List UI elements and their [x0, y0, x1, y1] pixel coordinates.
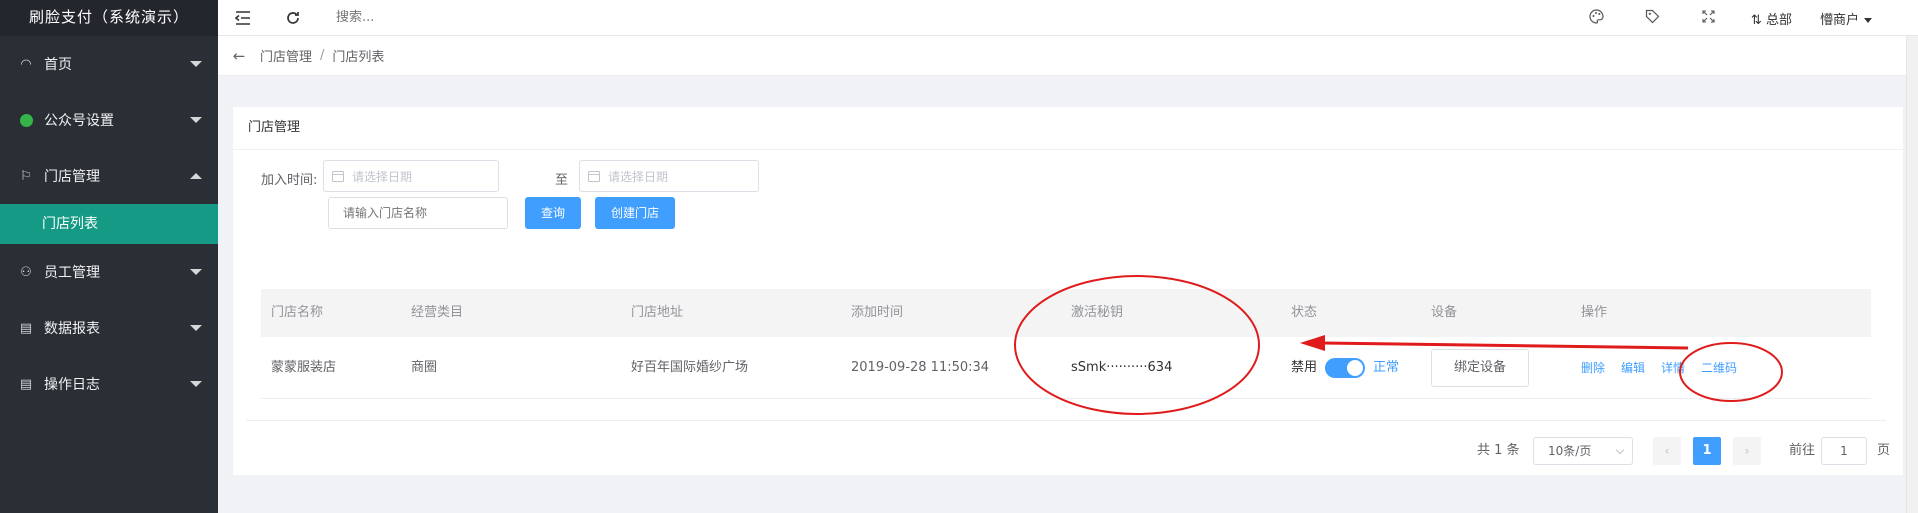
page-scrollbar[interactable]: [1906, 36, 1918, 513]
column-header: 设备: [1431, 305, 1458, 320]
back-arrow-icon[interactable]: ←: [218, 47, 260, 65]
tag-icon[interactable]: [1625, 9, 1681, 28]
qrcode-link[interactable]: 二维码: [1701, 337, 1737, 399]
search-input[interactable]: [336, 4, 556, 31]
status-cell: 禁用 正常: [1291, 337, 1399, 399]
create-store-button[interactable]: 创建门店: [595, 197, 675, 229]
column-header: 操作: [1581, 305, 1608, 320]
chevron-down-icon: [1615, 445, 1625, 455]
category-cell: 商圈: [411, 360, 438, 375]
store-name-input[interactable]: [328, 197, 508, 229]
store-management-card: 门店管理 加入时间: 请选择日期 至 请选择日期 查询 创建门店 门店名称 经营…: [233, 107, 1903, 475]
account-menu[interactable]: 懵商户: [1806, 9, 1886, 28]
calendar-icon: [332, 170, 344, 182]
page-number-current[interactable]: 1: [1693, 437, 1721, 465]
delete-link[interactable]: 删除: [1581, 337, 1605, 399]
sidebar-item-staff[interactable]: ⚇ 员工管理: [0, 244, 218, 300]
sidebar-item-label: 首页: [44, 57, 72, 73]
caret-down-icon: [190, 381, 202, 387]
detail-link[interactable]: 详情: [1661, 337, 1685, 399]
page-suffix-label: 页: [1877, 443, 1891, 458]
table-row: 蒙蒙服装店 商圈 好百年国际婚纱广场 2019-09-28 11:50:34 s…: [261, 337, 1871, 399]
sidebar-item-home[interactable]: ◠ 首页: [0, 36, 218, 92]
pager-total: 共 1 条: [1477, 443, 1520, 458]
sidebar-item-label: 门店管理: [44, 169, 100, 185]
address-cell: 好百年国际婚纱广场: [631, 360, 749, 375]
join-time-label: 加入时间:: [261, 173, 318, 188]
start-date-placeholder: 请选择日期: [352, 169, 413, 184]
users-icon: ⚇: [20, 264, 32, 280]
query-button[interactable]: 查询: [525, 197, 581, 229]
sort-icon: ⇅: [1750, 12, 1762, 28]
sidebar-subitem-store-list[interactable]: 门店列表: [0, 204, 218, 244]
chevron-down-icon: [1864, 17, 1872, 23]
caret-down-icon: [190, 325, 202, 331]
start-date-picker[interactable]: 请选择日期: [323, 160, 499, 192]
sidebar-item-reports[interactable]: ▤ 数据报表: [0, 300, 218, 356]
breadcrumb-bar: ← 门店管理 / 门店列表: [218, 36, 1918, 76]
breadcrumb-separator: /: [320, 48, 325, 63]
goto-label: 前往: [1789, 443, 1816, 458]
store-name-cell: 蒙蒙服装店: [271, 360, 337, 375]
column-header: 经营类目: [411, 305, 464, 320]
caret-down-icon: [190, 117, 202, 123]
column-header: 激活秘钥: [1071, 305, 1124, 320]
sidebar-item-stores[interactable]: ⚐ 门店管理: [0, 148, 218, 204]
dashboard-icon: ◠: [20, 56, 32, 72]
card-title: 门店管理: [233, 107, 1903, 150]
status-on-label: 正常: [1373, 360, 1400, 375]
end-date-placeholder: 请选择日期: [608, 169, 669, 184]
refresh-icon[interactable]: [268, 0, 318, 36]
org-label: 总部: [1765, 12, 1792, 28]
page-size-select[interactable]: 10条/页: [1533, 437, 1633, 465]
column-header: 状态: [1291, 305, 1318, 320]
end-date-picker[interactable]: 请选择日期: [579, 160, 759, 192]
caret-up-icon: [190, 173, 202, 179]
org-switch[interactable]: ⇅ 总部: [1737, 9, 1806, 28]
goto-page-input[interactable]: [1821, 437, 1867, 465]
sidebar-item-logs[interactable]: ▤ 操作日志: [0, 356, 218, 412]
fullscreen-icon[interactable]: [1681, 9, 1737, 27]
sidebar: 刷脸支付（系统演示） ◠ 首页 公众号设置 ⚐ 门店管理 门店列表 ⚇ 员工管理…: [0, 0, 218, 513]
next-page-button[interactable]: ›: [1733, 437, 1761, 465]
page-size-value: 10条/页: [1548, 444, 1592, 458]
column-header: 门店地址: [631, 305, 684, 320]
sidebar-item-wechat[interactable]: 公众号设置: [0, 92, 218, 148]
prev-page-button[interactable]: ‹: [1653, 437, 1681, 465]
caret-down-icon: [190, 61, 202, 67]
sidebar-item-label: 公众号设置: [44, 113, 114, 129]
table-header: 门店名称 经营类目 门店地址 添加时间 激活秘钥 状态 设备 操作: [261, 289, 1871, 337]
log-icon: ▤: [19, 376, 33, 392]
added-time-cell: 2019-09-28 11:50:34: [851, 360, 990, 375]
top-bar: ⇅ 总部 懵商户: [218, 0, 1918, 36]
breadcrumb-item-stores[interactable]: 门店管理: [260, 46, 312, 65]
brand-title: 刷脸支付（系统演示）: [0, 0, 218, 36]
account-label: 懵商户: [1819, 12, 1859, 28]
collapse-menu-icon[interactable]: [218, 0, 268, 36]
sidebar-item-label: 数据报表: [44, 321, 100, 337]
breadcrumb-item-store-list: 门店列表: [332, 50, 385, 65]
status-off-label: 禁用: [1291, 360, 1318, 375]
bind-device-button[interactable]: 绑定设备: [1431, 349, 1529, 387]
column-header: 门店名称: [271, 305, 324, 320]
caret-down-icon: [190, 269, 202, 275]
edit-link[interactable]: 编辑: [1621, 337, 1645, 399]
activation-key-cell: sSmk··········634: [1071, 360, 1173, 375]
top-bar-right: ⇅ 总部 懵商户: [1569, 0, 1918, 36]
calendar-icon: [588, 170, 600, 182]
sidebar-item-label: 员工管理: [44, 265, 100, 281]
to-label: 至: [555, 173, 569, 188]
column-header: 添加时间: [851, 305, 904, 320]
flag-icon: ⚐: [20, 168, 32, 184]
table-divider: [246, 420, 1886, 421]
palette-icon[interactable]: [1569, 8, 1625, 28]
status-toggle[interactable]: [1325, 357, 1366, 378]
sidebar-item-label: 操作日志: [44, 377, 100, 393]
wechat-icon: [18, 112, 34, 128]
report-icon: ▤: [19, 320, 33, 336]
